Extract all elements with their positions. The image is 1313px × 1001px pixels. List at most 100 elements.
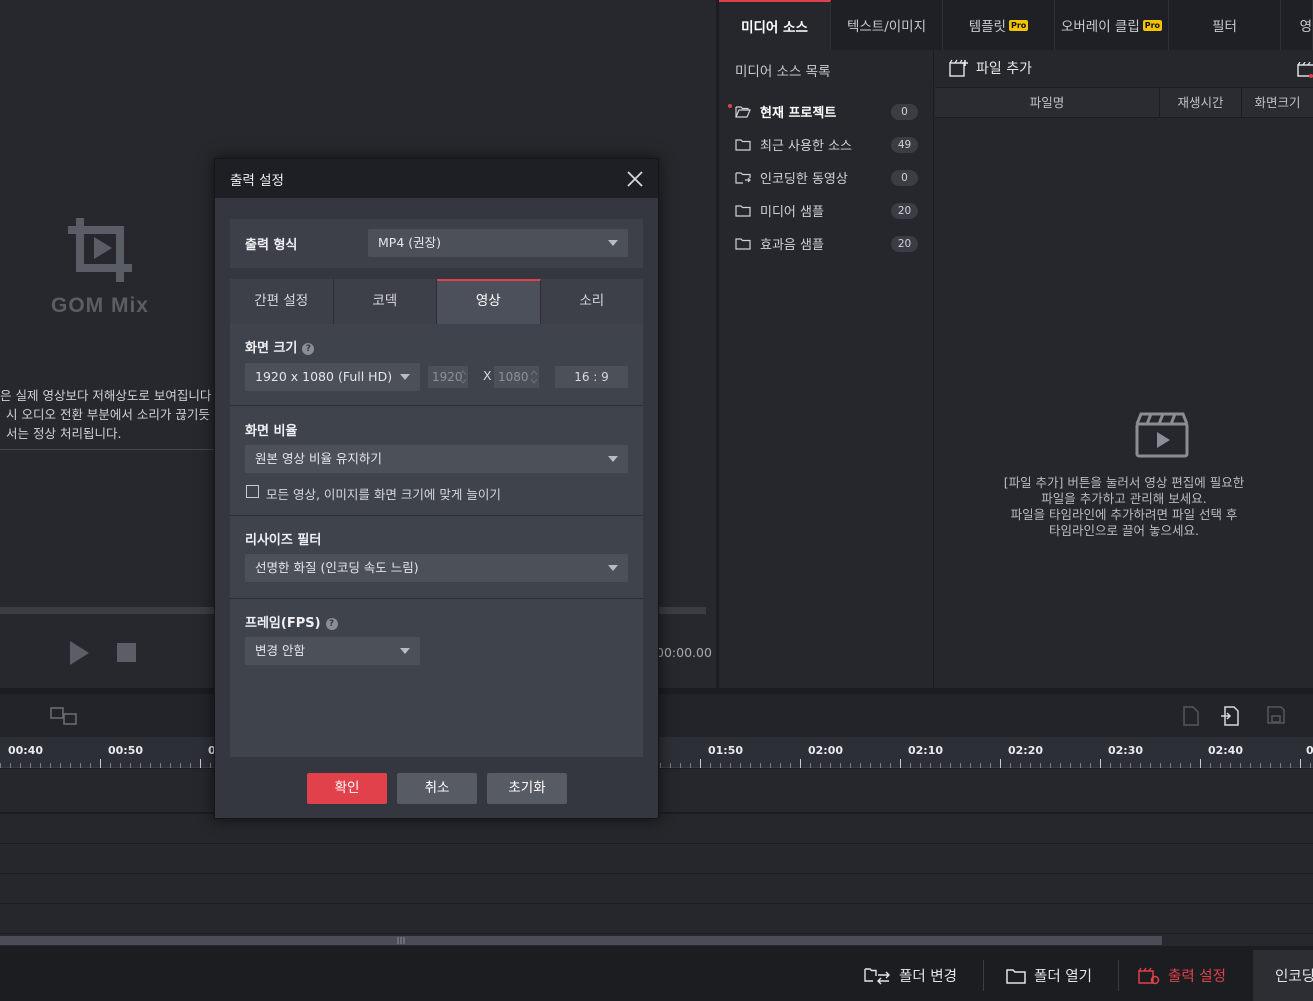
aspect-label: 화면 비율 [245,424,298,439]
source-item-media-samples[interactable]: 미디어 샘플 20 [719,194,934,227]
tick-label: 00:40 [8,744,44,757]
source-list: 미디어 소스 목록 현재 프로젝트 0 최근 사용한 소스 49 인코딩한 동영… [719,50,934,688]
time-readout: 00:00.00 [656,645,712,660]
timeline-scrollbar[interactable] [0,934,1313,946]
tick-label: 02:00 [808,744,844,757]
open-project-icon[interactable] [1220,706,1240,726]
output-settings-button[interactable]: 출력 설정 [1138,950,1226,1001]
notice-line-2: 시 오디오 전환 부분에서 소리가 끊기듯 [6,407,210,422]
source-item-encoded[interactable]: 인코딩한 동영상 0 [719,161,934,194]
tick-label: 02:30 [1108,744,1144,757]
source-label: 현재 프로젝트 [760,106,837,121]
source-item-current-project[interactable]: 현재 프로젝트 0 [719,95,934,128]
scrollbar-thumb[interactable] [0,936,1162,945]
timeline-track-4[interactable] [0,904,1313,934]
divider [230,598,643,599]
chevron-down-icon [608,565,618,571]
resize-filter-select[interactable]: 선명한 화질 (인코딩 속도 느림) [245,554,628,582]
tab-audio[interactable]: 소리 [540,279,643,324]
new-project-icon[interactable] [1182,706,1200,726]
format-value: MP4 (권장) [378,235,442,250]
timeline-track-3[interactable] [0,874,1313,904]
open-folder-label: 폴더 열기 [1034,969,1092,985]
screen-size-select[interactable]: 1920 x 1080 (Full HD) [245,363,420,391]
separator [1118,960,1119,991]
col-filename[interactable]: 파일명 [935,88,1160,117]
confirm-button[interactable]: 확인 [307,773,387,804]
change-folder-button[interactable]: 폴더 변경 [864,950,957,1001]
tab-text-image[interactable]: 텍스트/이미지 [831,0,943,50]
col-resolution[interactable]: 화면크기 [1242,88,1313,117]
folder-icon [735,205,751,217]
active-dot [728,104,732,108]
clip-tool-icon[interactable] [1297,62,1313,78]
media-panel: 미디어 소스 텍스트/이미지 템플릿 Pro 오버레이 클립 Pro 필터 영 미디… [719,0,1313,688]
chevron-down-icon [608,240,618,246]
source-label: 효과음 샘플 [760,238,824,253]
aspect-select[interactable]: 원본 영상 비율 유지하기 [245,445,628,473]
source-label: 최근 사용한 소스 [760,139,852,154]
timeline-track-2[interactable] [0,844,1313,874]
tab-video[interactable]: 영상 [437,279,541,324]
file-list-area: 파일 추가 파일명 재생시간 화면크기 [파일 추가] 버튼을 눌러서 영상 편… [935,50,1313,688]
clapperboard-icon [1135,412,1189,458]
open-folder-button[interactable]: 폴더 열기 [1006,950,1092,1001]
encode-button[interactable]: 인코딩 [1253,950,1313,1001]
tab-filter[interactable]: 필터 [1169,0,1281,50]
resize-filter-label: 리사이즈 필터 [245,533,322,548]
settings-tabs: 간편 설정 코덱 영상 소리 [230,279,643,324]
notice-divider [0,449,215,450]
stretch-checkbox-label[interactable]: 모든 영상, 이미지를 화면 크기에 맞게 늘이기 [266,484,501,503]
tab-codec[interactable]: 코덱 [333,279,437,324]
help-icon[interactable]: ? [325,618,338,630]
output-settings-label: 출력 설정 [1168,969,1226,985]
width-value: 1920 [432,370,463,384]
source-count: 0 [891,169,918,186]
format-section: 출력 형식 MP4 (권장) [230,219,643,268]
encode-label: 인코딩 [1275,969,1313,985]
cancel-button[interactable]: 취소 [397,773,477,804]
empty-line: 파일을 타임라인에 추가하려면 파일 선택 후 [1010,507,1238,522]
dialog-title: 출력 설정 [230,173,284,189]
stretch-checkbox[interactable] [246,485,259,498]
tab-label: 오버레이 클립 [1060,19,1140,35]
fps-value: 변경 안함 [255,643,305,658]
close-icon[interactable] [624,168,646,190]
add-file-button[interactable]: 파일 추가 [949,58,1032,78]
tab-easy-settings[interactable]: 간편 설정 [230,279,334,324]
tick-label: 0 [1306,744,1313,757]
tab-label: 텍스트/이미지 [846,19,927,35]
tab-media-source[interactable]: 미디어 소스 [719,0,831,50]
dialog-titlebar[interactable]: 출력 설정 [215,159,658,198]
crop-icon [68,218,132,282]
col-duration[interactable]: 재생시간 [1160,88,1242,117]
source-item-sfx-samples[interactable]: 효과음 샘플 20 [719,227,934,260]
file-list-header: 파일명 재생시간 화면크기 [935,87,1313,118]
tick-label: 00:50 [108,744,144,757]
tab-template[interactable]: 템플릿 Pro [943,0,1055,50]
tab-label: 영 [1299,19,1312,35]
folder-icon [735,139,751,151]
tab-overlay-clip[interactable]: 오버레이 클립 Pro [1055,0,1169,50]
format-select[interactable]: MP4 (권장) [368,229,628,257]
source-count: 0 [891,103,918,120]
play-icon[interactable] [68,640,90,666]
tab-label: 템플릿 [968,19,1006,35]
output-settings-dialog: 출력 설정 출력 형식 MP4 (권장) 간편 설정 코덱 영상 소리 화면 크… [214,158,659,819]
save-icon[interactable] [1267,706,1285,724]
replace-clip-icon[interactable] [50,707,78,725]
source-count: 49 [891,136,918,153]
tab-partial[interactable]: 영 [1281,0,1313,50]
fps-select[interactable]: 변경 안함 [245,637,420,665]
tick-label: 02:10 [908,744,944,757]
help-icon[interactable]: ? [302,343,315,355]
reset-button[interactable]: 초기화 [487,773,567,804]
source-count: 20 [891,235,918,252]
logo-text: GOM Mix [50,294,149,317]
empty-line: [파일 추가] 버튼을 눌러서 영상 편집에 필요한 [1003,475,1245,490]
pro-badge: Pro [1008,19,1029,31]
stop-icon[interactable] [117,643,136,662]
source-item-recent[interactable]: 최근 사용한 소스 49 [719,128,934,161]
tick-label: 02:20 [1008,744,1044,757]
tick-label: 01:50 [708,744,744,757]
